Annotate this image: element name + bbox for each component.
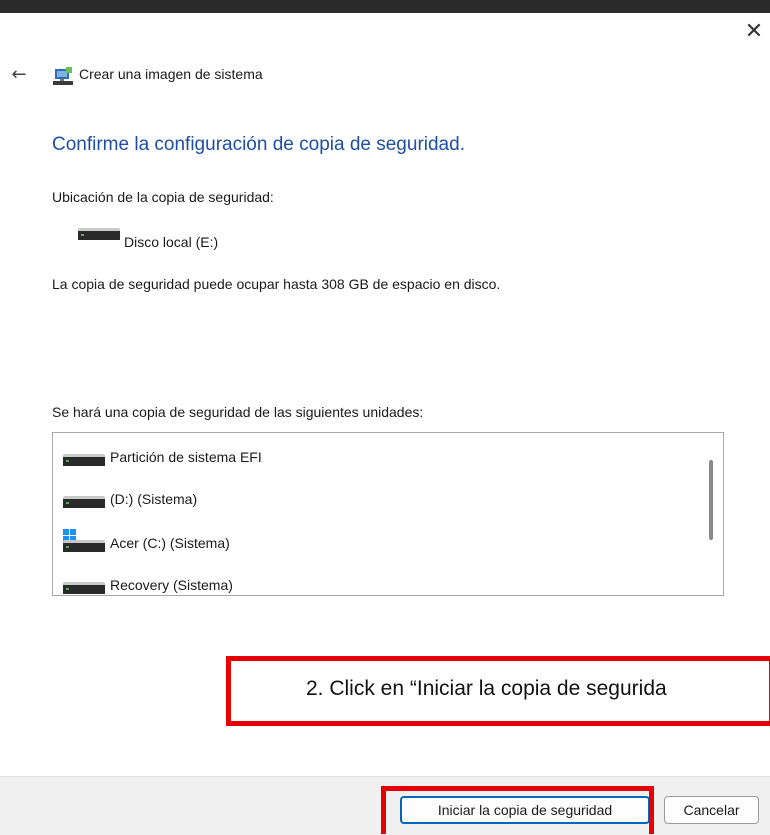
drive-label: Recovery (Sistema)	[110, 577, 233, 593]
drive-icon	[63, 454, 105, 466]
space-note: La copia de seguridad puede ocupar hasta…	[52, 276, 501, 292]
list-item[interactable]: (D:) (Sistema)	[63, 489, 663, 513]
drives-list[interactable]: Partición de sistema EFI (D:) (Sistema) …	[52, 432, 724, 596]
system-image-icon	[53, 67, 73, 85]
close-icon[interactable]: ✕	[740, 18, 768, 46]
window-top-border	[0, 0, 770, 13]
annotation-text: 2. Click en “Iniciar la copia de segurid…	[306, 677, 667, 700]
annotation-callout: 2. Click en “Iniciar la copia de segurid…	[226, 656, 770, 726]
drive-label: Acer (C:) (Sistema)	[110, 535, 230, 551]
list-item[interactable]: Acer (C:) (Sistema)	[63, 529, 663, 557]
dialog-title: Crear una imagen de sistema	[79, 66, 263, 82]
button-highlight-annotation	[381, 786, 654, 834]
drive-label: Partición de sistema EFI	[110, 449, 262, 465]
location-drive-label: Disco local (E:)	[124, 234, 219, 250]
back-arrow-icon[interactable]: ←	[6, 62, 32, 88]
scrollbar-thumb[interactable]	[709, 460, 713, 540]
drive-icon	[78, 228, 120, 240]
drives-label: Se hará una copia de seguridad de las si…	[52, 404, 424, 420]
drive-icon	[63, 582, 105, 594]
page-heading: Confirme la configuración de copia de se…	[52, 134, 465, 155]
list-item[interactable]: Partición de sistema EFI	[63, 447, 663, 471]
list-item[interactable]: Recovery (Sistema)	[63, 575, 663, 595]
drive-icon	[63, 496, 105, 508]
drive-icon	[63, 540, 105, 552]
location-label: Ubicación de la copia de seguridad:	[52, 189, 274, 205]
cancel-button[interactable]: Cancelar	[664, 796, 759, 824]
drive-label: (D:) (Sistema)	[110, 491, 198, 507]
